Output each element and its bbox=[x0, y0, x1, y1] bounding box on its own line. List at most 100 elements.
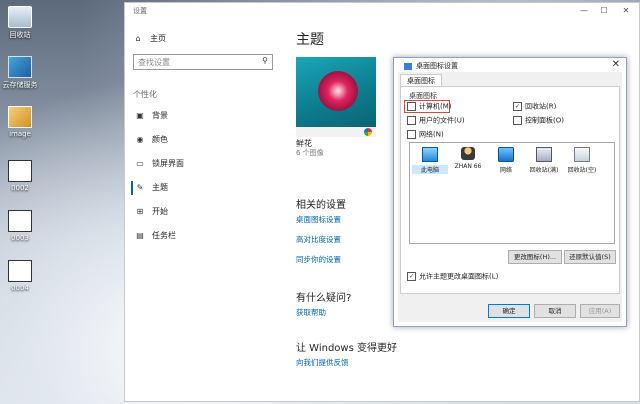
desktop-icon[interactable]: 0004 bbox=[0, 260, 40, 292]
desktop-icon-settings-dialog: 桌面图标设置 ✕ 桌面图标 桌面图标 计算机(M) ✓ 回收站(R) 用户的文件(… bbox=[393, 57, 627, 327]
user-files-checkbox[interactable]: 用户的文件(U) bbox=[407, 116, 465, 126]
start-icon: ⊞ bbox=[136, 207, 144, 216]
settings-window: 设置 — ☐ ✕ ⌂ 主页 查找设置 ⚲ 个性化 ▣ 背景 ◉ 颜色 ▭ 锁屏界面 ✎ 主… bbox=[124, 2, 640, 402]
dialog-close-button[interactable]: ✕ bbox=[612, 59, 620, 70]
change-icon-button[interactable]: 更改图标(H)... bbox=[508, 250, 562, 264]
nav-item-lock-screen[interactable]: ▭ 锁屏界面 bbox=[131, 157, 184, 171]
taskbar-icon: ▤ bbox=[136, 231, 144, 240]
allow-themes-checkbox[interactable]: ✓ 允许主题更改桌面图标(L) bbox=[407, 272, 498, 282]
desktop-icon[interactable]: 回收站 bbox=[0, 6, 40, 40]
desktop-icon-label: 0003 bbox=[11, 234, 29, 242]
list-item-label: 网络 bbox=[499, 167, 512, 174]
palette-icon: ◉ bbox=[136, 135, 144, 144]
nav-home-label: 主页 bbox=[150, 34, 166, 43]
icon-list[interactable]: 此电脑 ZHAN 66 网络 回收站(满) 回收站(空) bbox=[409, 142, 615, 244]
search-icon: ⚲ bbox=[262, 56, 268, 65]
nav-item-colors[interactable]: ◉ 颜色 bbox=[131, 133, 169, 147]
maximize-button[interactable]: ☐ bbox=[597, 5, 611, 17]
desktop-icon[interactable]: image bbox=[0, 106, 40, 138]
nav-item-label: 主题 bbox=[152, 183, 168, 192]
list-item-label: 回收站(空) bbox=[567, 167, 597, 174]
nav-item-themes[interactable]: ✎ 主题 bbox=[131, 181, 168, 195]
desktop-icon-label: image bbox=[9, 130, 31, 138]
tab-panel: 桌面图标 计算机(M) ✓ 回收站(R) 用户的文件(U) 控制面板(O) 网络(… bbox=[400, 86, 620, 294]
checkbox-label: 允许主题更改桌面图标(L) bbox=[419, 272, 499, 281]
nav-item-label: 颜色 bbox=[152, 135, 168, 144]
ok-button[interactable]: 确定 bbox=[488, 304, 530, 318]
dialog-title-bar: 桌面图标设置 bbox=[404, 61, 458, 71]
desktop-icon-label: 0002 bbox=[11, 184, 29, 192]
color-swatch-icon bbox=[364, 128, 372, 136]
minimize-button[interactable]: — bbox=[577, 5, 591, 17]
checkbox-box bbox=[407, 130, 416, 139]
nav-item-label: 开始 bbox=[152, 207, 168, 216]
home-icon: ⌂ bbox=[135, 34, 141, 43]
checkbox-label: 网络(N) bbox=[419, 130, 444, 139]
document-icon bbox=[8, 160, 32, 182]
this-pc-icon bbox=[422, 147, 438, 162]
list-item[interactable]: 网络 bbox=[488, 147, 524, 174]
improve-heading: 让 Windows 变得更好 bbox=[296, 343, 397, 354]
checkbox-label: 控制面板(O) bbox=[525, 116, 564, 125]
nav-item-background[interactable]: ▣ 背景 bbox=[131, 109, 168, 123]
checkbox-label: 计算机(M) bbox=[419, 102, 452, 111]
desktop-icon[interactable]: 云存储服务 bbox=[0, 56, 40, 90]
window-title: 设置 bbox=[133, 7, 147, 15]
related-settings-heading: 相关的设置 bbox=[296, 200, 346, 211]
theme-thumbnail[interactable] bbox=[296, 57, 376, 137]
desktop-icon[interactable]: 0002 bbox=[0, 160, 40, 192]
desktop-settings-icon bbox=[404, 62, 412, 70]
nav-home[interactable]: ⌂ 主页 bbox=[133, 33, 166, 44]
desktop-icon[interactable]: 0003 bbox=[0, 210, 40, 242]
high-contrast-link[interactable]: 高对比度设置 bbox=[296, 234, 341, 245]
search-input[interactable]: 查找设置 ⚲ bbox=[133, 54, 273, 70]
list-item[interactable]: ZHAN 66 bbox=[450, 147, 486, 170]
document-icon bbox=[8, 260, 32, 282]
network-icon bbox=[498, 147, 514, 162]
desktop-icon-settings-link[interactable]: 桌面图标设置 bbox=[296, 214, 341, 225]
recycle-bin-full-icon bbox=[536, 147, 552, 162]
sync-settings-link[interactable]: 同步你的设置 bbox=[296, 254, 341, 265]
close-button[interactable]: ✕ bbox=[619, 5, 633, 17]
desktop-icon-label: 回收站 bbox=[9, 31, 31, 39]
apply-button[interactable]: 应用(A) bbox=[580, 304, 620, 318]
checkbox-label: 回收站(R) bbox=[525, 102, 557, 111]
checkbox-box-checked: ✓ bbox=[407, 272, 416, 281]
feedback-link[interactable]: 向我们提供反馈 bbox=[296, 357, 349, 368]
document-icon bbox=[8, 210, 32, 232]
nav-item-taskbar[interactable]: ▤ 任务栏 bbox=[131, 229, 176, 243]
list-item-label: ZHAN 66 bbox=[454, 163, 482, 170]
nav-item-label: 任务栏 bbox=[152, 231, 176, 240]
recycle-bin-checkbox[interactable]: ✓ 回收站(R) bbox=[513, 102, 556, 112]
app-icon bbox=[8, 56, 32, 78]
flower-image bbox=[318, 71, 358, 111]
checkbox-box bbox=[407, 102, 416, 111]
nav-item-label: 锁屏界面 bbox=[152, 159, 184, 168]
desktop-icon-label: 云存储服务 bbox=[2, 81, 38, 89]
section-label: 个性化 bbox=[133, 90, 157, 99]
network-checkbox[interactable]: 网络(N) bbox=[407, 130, 444, 140]
brush-icon: ✎ bbox=[136, 183, 144, 192]
picture-icon: ▣ bbox=[136, 111, 144, 120]
list-item-label: 此电脑 bbox=[412, 165, 448, 174]
get-help-link[interactable]: 获取帮助 bbox=[296, 307, 326, 318]
questions-heading: 有什么疑问? bbox=[296, 293, 352, 304]
computer-checkbox[interactable]: 计算机(M) bbox=[407, 102, 452, 112]
restore-default-button[interactable]: 还原默认值(S) bbox=[564, 250, 616, 264]
list-item[interactable]: 回收站(满) bbox=[526, 147, 562, 174]
list-item[interactable]: 回收站(空) bbox=[564, 147, 600, 174]
list-item-label: 回收站(满) bbox=[529, 167, 559, 174]
control-panel-checkbox[interactable]: 控制面板(O) bbox=[513, 116, 564, 126]
dialog-title: 桌面图标设置 bbox=[416, 62, 458, 70]
checkbox-box bbox=[513, 116, 522, 125]
list-item[interactable]: 此电脑 bbox=[412, 147, 448, 174]
checkbox-box-checked: ✓ bbox=[513, 102, 522, 111]
recycle-bin-icon bbox=[8, 6, 32, 28]
checkbox-box bbox=[407, 116, 416, 125]
user-folder-icon bbox=[461, 147, 475, 160]
cancel-button[interactable]: 取消 bbox=[534, 304, 576, 318]
image-folder-icon bbox=[8, 106, 32, 128]
nav-item-start[interactable]: ⊞ 开始 bbox=[131, 205, 168, 219]
nav-item-label: 背景 bbox=[152, 111, 168, 120]
title-bar: 设置 — ☐ ✕ bbox=[125, 3, 639, 19]
